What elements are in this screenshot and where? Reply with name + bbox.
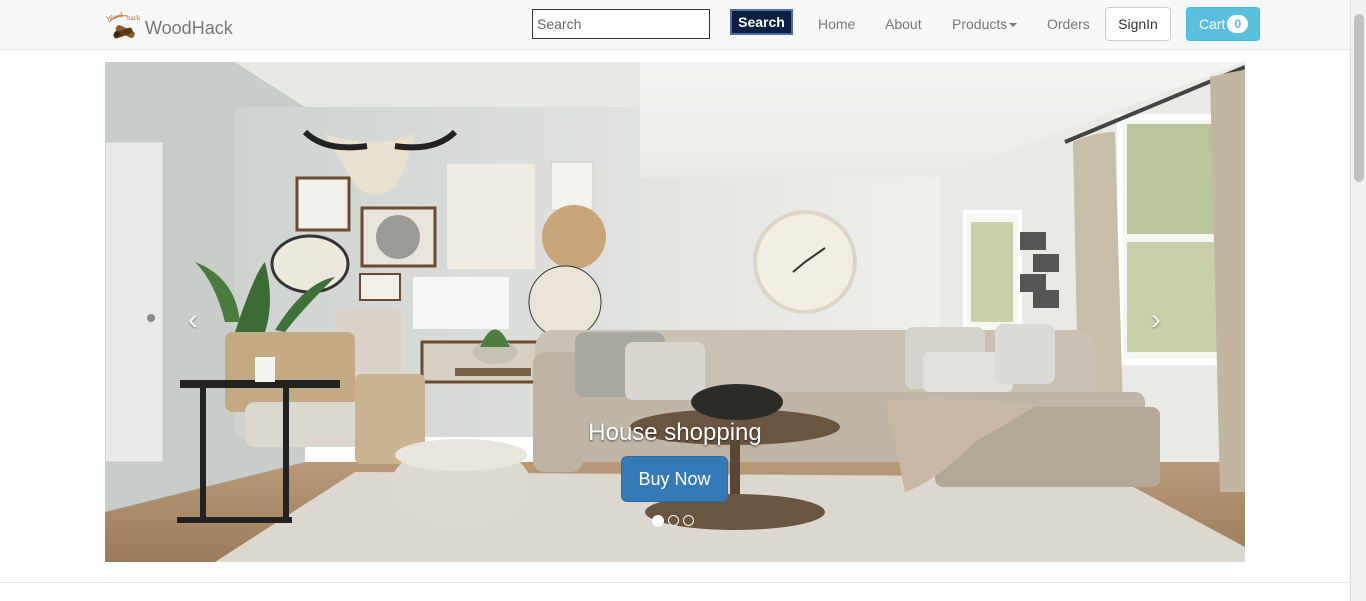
svg-text:hack: hack <box>127 14 141 22</box>
caret-down-icon <box>1009 23 1018 28</box>
carousel-indicators <box>652 515 694 527</box>
nav-orders[interactable]: Orders <box>1047 16 1090 32</box>
cart-label: Cart <box>1199 16 1226 32</box>
scrollbar-thumb[interactable] <box>1354 14 1364 182</box>
svg-text:Wood: Wood <box>105 12 124 23</box>
woodhack-logo: Wood hack <box>105 11 145 44</box>
brand-link[interactable]: Wood hack WoodHack <box>105 11 233 44</box>
nav-products-label: Products <box>952 16 1008 32</box>
cart-count-badge: 0 <box>1227 15 1249 33</box>
carousel-next-chevron-icon[interactable]: › <box>1141 300 1171 340</box>
buy-now-button[interactable]: Buy Now <box>621 456 728 502</box>
nav-about[interactable]: About <box>885 16 922 32</box>
brand-name: WoodHack <box>145 17 233 38</box>
carousel-caption-title: House shopping <box>588 419 762 446</box>
search-button[interactable]: Search <box>730 9 793 35</box>
cart-button[interactable]: Cart 0 <box>1186 7 1260 41</box>
section-divider <box>0 582 1350 583</box>
carousel-prev-chevron-icon[interactable]: ‹ <box>178 300 208 340</box>
page-scrollbar[interactable] <box>1350 0 1366 601</box>
signin-button[interactable]: SignIn <box>1105 7 1171 41</box>
carousel-indicator-3[interactable] <box>683 515 694 526</box>
navbar: Wood hack WoodHack Search Home About Pro… <box>0 0 1350 50</box>
carousel-indicator-2[interactable] <box>668 515 679 526</box>
nav-products-dropdown[interactable]: Products <box>952 16 1018 32</box>
hero-carousel: ‹ › House shopping Buy Now <box>105 62 1245 562</box>
search-input[interactable] <box>532 9 710 39</box>
carousel-indicator-1[interactable] <box>652 515 664 527</box>
nav-home[interactable]: Home <box>818 16 855 32</box>
